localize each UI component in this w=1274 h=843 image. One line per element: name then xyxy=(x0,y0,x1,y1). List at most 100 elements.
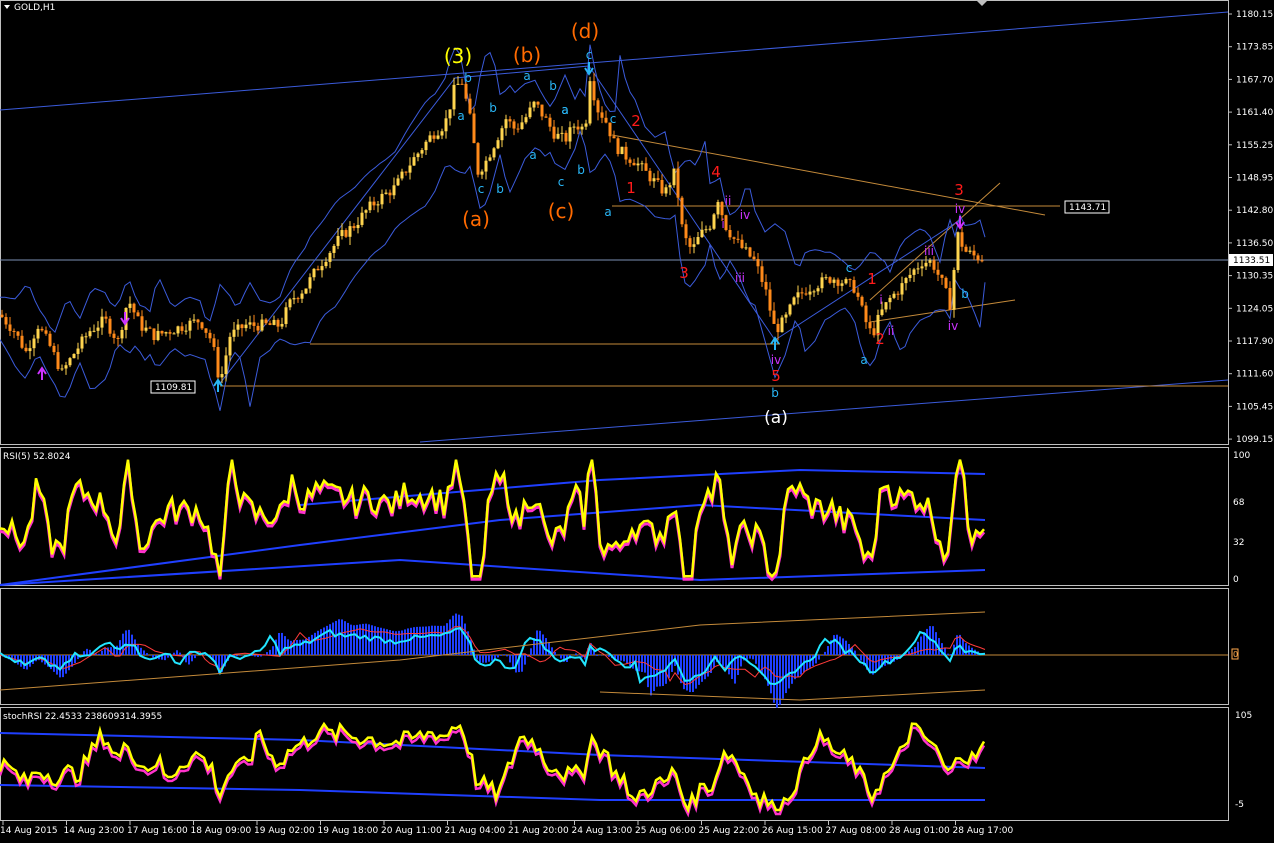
candle-body xyxy=(920,266,924,269)
wave-label: 1 xyxy=(867,270,877,288)
candle-body xyxy=(504,119,508,129)
candle-body xyxy=(916,268,920,270)
candle-body xyxy=(324,261,328,267)
candle-body xyxy=(164,332,168,334)
time-axis-label: 20 Aug 11:00 xyxy=(381,826,442,836)
candle-body xyxy=(672,168,676,186)
candle-body xyxy=(840,283,844,286)
candle-body xyxy=(288,299,292,308)
candle-body xyxy=(320,266,324,271)
candle-body xyxy=(296,298,300,300)
candle-body xyxy=(716,202,720,215)
candle-body xyxy=(788,304,792,315)
bollinger-lower-line xyxy=(0,129,986,411)
candle-body xyxy=(836,279,840,286)
wedge-upper-line xyxy=(869,182,1001,301)
time-axis-label: 14 Aug 23:00 xyxy=(64,826,125,836)
candle-body xyxy=(472,113,476,144)
candle-body xyxy=(852,280,856,293)
scroll-marker-icon[interactable] xyxy=(976,0,988,6)
wave-label: 4 xyxy=(711,163,721,181)
wave-label: ii xyxy=(888,324,895,338)
level-low-tag: 1109.81 xyxy=(150,380,196,394)
candle-body xyxy=(440,131,444,136)
overlay-lines xyxy=(0,11,1229,443)
stoch-label: stochRSI 22.4533 238609314.3955 xyxy=(3,712,162,722)
wave-label: b xyxy=(961,287,969,301)
candle-body xyxy=(932,260,936,270)
candle-body xyxy=(60,368,64,370)
candle-body xyxy=(144,327,148,331)
candle-body xyxy=(256,325,260,331)
candle-body xyxy=(688,238,692,247)
candle-body xyxy=(804,293,808,295)
wave-label: b xyxy=(577,163,585,177)
price-axis-label: 1161.40 xyxy=(1236,108,1273,118)
title-dropdown-icon xyxy=(4,5,10,9)
price-axis-label: 1099.15 xyxy=(1236,435,1273,445)
candle-body xyxy=(784,314,788,318)
wave-label: a xyxy=(860,353,867,367)
candle-body xyxy=(168,332,172,334)
wave-label: c xyxy=(846,261,853,275)
candle-body xyxy=(268,323,272,325)
candle-body xyxy=(412,157,416,166)
wave-label: 2 xyxy=(875,330,885,348)
candle-body xyxy=(436,135,440,139)
wave-label: b xyxy=(549,79,557,93)
wave-label: (b) xyxy=(513,43,541,67)
candle-body xyxy=(452,84,456,110)
rsi-indicator xyxy=(0,459,986,586)
candle-body xyxy=(12,330,16,332)
candle-body xyxy=(336,236,340,246)
candle-body xyxy=(680,197,684,225)
rsi-axis-label: 32 xyxy=(1233,538,1244,548)
candle-body xyxy=(192,319,196,321)
arrow-markers xyxy=(37,62,965,392)
candle-body xyxy=(864,305,868,323)
candle-body xyxy=(660,179,664,194)
candle-body xyxy=(304,288,308,294)
price-axis-label: 1111.60 xyxy=(1236,370,1273,380)
candle-body xyxy=(316,268,320,271)
candle-body xyxy=(380,193,384,205)
candle-body xyxy=(648,170,652,182)
time-axis-label: 26 Aug 15:00 xyxy=(762,826,823,836)
candle-body xyxy=(184,330,188,332)
candle-body xyxy=(180,326,184,331)
candle-body xyxy=(664,187,668,194)
price-axis: 1180.15 1173.85 1167.70 1161.40 1155.25 1148.… xyxy=(1228,10,1273,445)
candle-body xyxy=(764,281,768,290)
wave-label: a xyxy=(523,69,530,83)
candle-body xyxy=(420,150,424,154)
candle-body xyxy=(260,319,264,331)
candle-body xyxy=(196,319,200,323)
wave-label: iv xyxy=(948,319,958,333)
candle-body xyxy=(16,331,20,336)
candle-body xyxy=(388,192,392,196)
wave-label: c xyxy=(610,112,617,126)
rsi-label: RSI(5) 52.8024 xyxy=(3,452,71,462)
candle-body xyxy=(252,322,256,326)
chart-canvas[interactable]: GOLD,H1 1180.15 1173.85 1167.70 1161.40 1155… xyxy=(0,0,1274,843)
wave-label: 5 xyxy=(771,367,781,385)
candle-body xyxy=(228,336,232,356)
candle-body xyxy=(828,277,832,283)
price-axis-label: 1105.45 xyxy=(1236,402,1273,412)
candle-body xyxy=(732,237,736,239)
chart-title: GOLD,H1 xyxy=(14,3,55,13)
candle-body xyxy=(456,83,460,85)
candle-body xyxy=(152,328,156,341)
wave-label: b xyxy=(771,386,779,400)
current-price-value: 1133.51 xyxy=(1233,256,1270,266)
candle-body xyxy=(584,123,588,127)
candle-body xyxy=(624,146,628,160)
candle-body xyxy=(424,141,428,151)
wedge-lower-line xyxy=(869,299,1016,323)
candle-body xyxy=(796,292,800,298)
candle-body xyxy=(596,100,600,113)
candle-body xyxy=(204,328,208,333)
candle-body xyxy=(708,228,712,230)
wave-label: iv xyxy=(740,208,750,222)
time-axis-label: 19 Aug 18:00 xyxy=(318,826,379,836)
